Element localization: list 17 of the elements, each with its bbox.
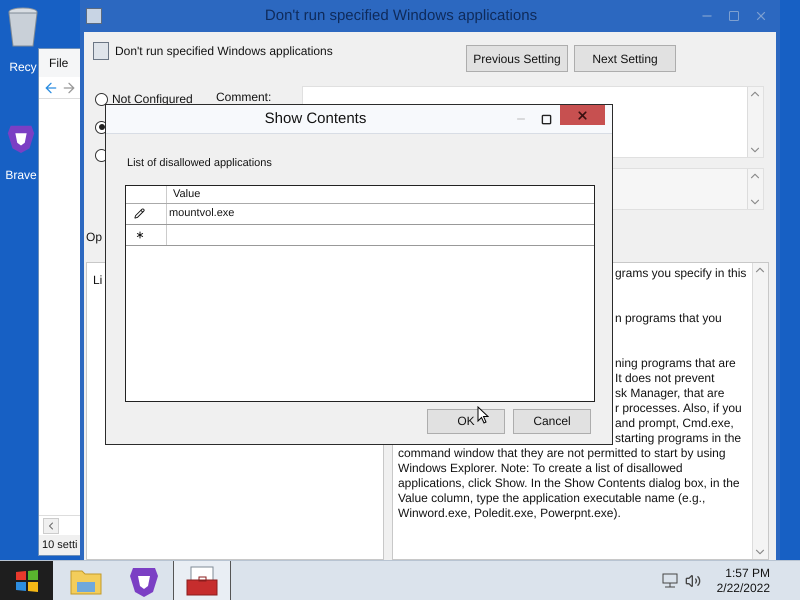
help-text: It does not prevent (615, 371, 716, 386)
policy-header: Don't run specified Windows applications (115, 43, 333, 60)
window-title: Don't run specified Windows applications (264, 6, 538, 26)
help-text: r processes. Also, if you (615, 401, 743, 416)
help-text: ning programs that are (615, 356, 737, 371)
list-label: List of disallowed applications (127, 156, 273, 171)
options-text: Li (93, 273, 102, 287)
help-text: n programs that you (615, 311, 723, 326)
help-text: grams you specify in this (615, 266, 748, 281)
help-text: and prompt, Cmd.exe, (615, 416, 735, 431)
status-text: 10 setti (42, 538, 78, 553)
options-label: Op (86, 229, 102, 246)
help-text: starting programs in the (615, 431, 742, 446)
dialog-title: Show Contents (264, 108, 368, 129)
help-paragraph: command window that they are not permitted to start by using Windows Explorer. Note: To create a list of disallowed applications, click Show. In the Show Contents dialog box, in the Value column, type the application executable name (e.g., Winword.exe, Poledit.exe, Powerpnt.exe). (397, 446, 741, 521)
comment-label: Comment: (216, 89, 272, 106)
help-text: sk Manager, that are (615, 386, 726, 401)
